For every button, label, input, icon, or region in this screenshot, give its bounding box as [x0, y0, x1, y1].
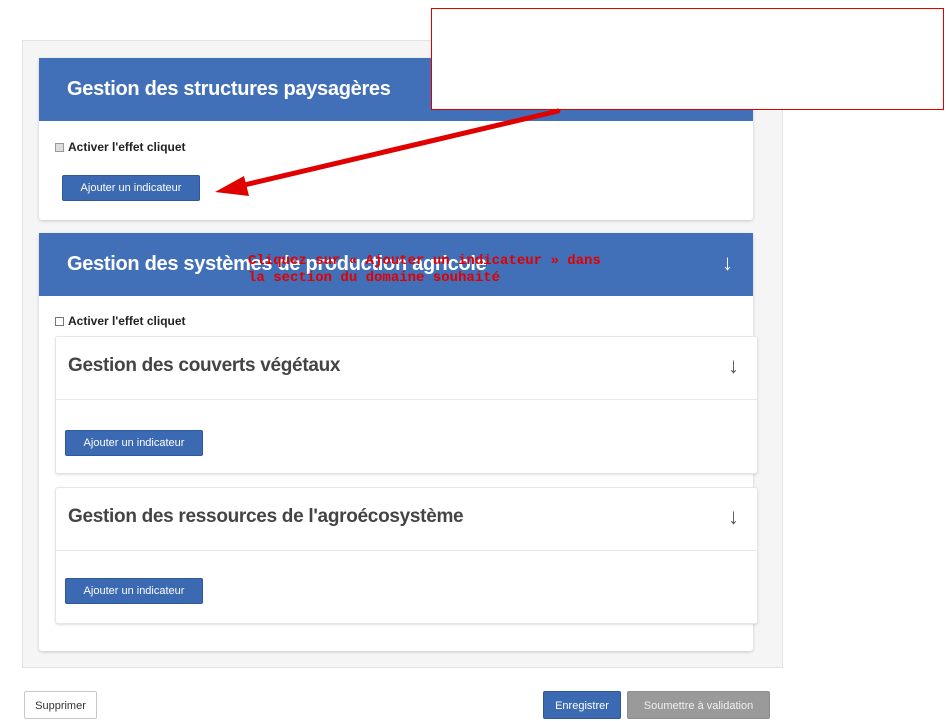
checkbox-label: Activer l'effet cliquet: [68, 140, 186, 154]
submit-for-validation-button[interactable]: Soumettre à validation: [627, 691, 770, 719]
annotation-text: Cliquez sur « Ajouter un indicateur » da…: [248, 253, 601, 286]
form-panel: Gestion des structures paysagères Active…: [22, 40, 783, 668]
ratchet-checkbox-row[interactable]: Activer l'effet cliquet: [55, 314, 186, 328]
add-indicator-button[interactable]: Ajouter un indicateur: [62, 175, 200, 201]
checkbox[interactable]: [55, 142, 64, 152]
subsection-title: Gestion des couverts végétaux: [68, 355, 341, 376]
add-indicator-button[interactable]: Ajouter un indicateur: [65, 578, 203, 604]
subsection-title: Gestion des ressources de l'agroécosystè…: [68, 506, 464, 527]
section-title: Gestion des structures paysagères: [67, 78, 391, 100]
save-button[interactable]: Enregistrer: [543, 691, 621, 719]
delete-button[interactable]: Supprimer: [24, 691, 97, 719]
section-card-production: Gestion des systèmes de production agric…: [39, 233, 758, 651]
ratchet-checkbox-row[interactable]: Activer l'effet cliquet: [55, 140, 186, 154]
arrow-down-icon[interactable]: ↓: [722, 250, 733, 276]
checkbox[interactable]: [55, 316, 64, 326]
subsection-agroecosystem: Gestion des ressources de l'agroécosystè…: [55, 487, 758, 624]
checkbox-label: Activer l'effet cliquet: [68, 314, 186, 328]
add-indicator-button[interactable]: Ajouter un indicateur: [65, 430, 203, 456]
annotation-callout-box: [431, 8, 944, 110]
arrow-down-icon[interactable]: ↓: [728, 504, 739, 530]
arrow-down-icon[interactable]: ↓: [728, 353, 739, 379]
subsection-plant-cover: Gestion des couverts végétaux ↓ Ajouter …: [55, 336, 758, 474]
subsection-header[interactable]: Gestion des ressources de l'agroécosystè…: [56, 488, 757, 551]
subsection-header[interactable]: Gestion des couverts végétaux ↓: [56, 337, 757, 400]
